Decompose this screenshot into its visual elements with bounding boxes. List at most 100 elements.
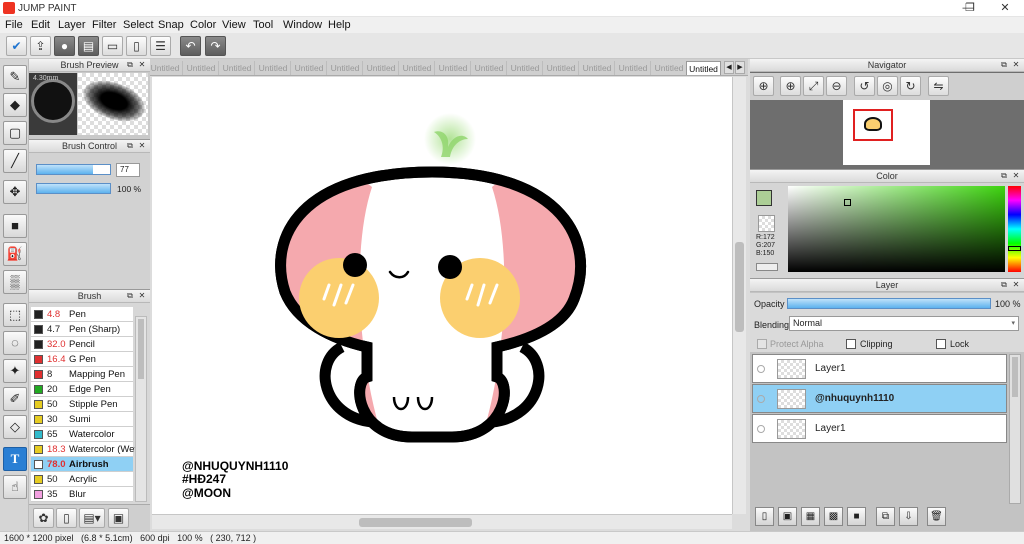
list-icon[interactable]: ☰	[150, 36, 171, 56]
new-layer-icon[interactable]: ▯	[755, 507, 774, 526]
chat-icon[interactable]: ▤	[78, 36, 99, 56]
zoom-in-icon[interactable]: ⊕	[780, 76, 801, 96]
menu-view[interactable]: View	[222, 19, 246, 31]
popout-icon[interactable]: ⧉	[999, 60, 1009, 70]
tab-untitled[interactable]: Untitled	[184, 61, 219, 75]
brush-list-item[interactable]: 35 Blur	[31, 487, 133, 502]
zoom-actual-icon[interactable]: ⤢	[803, 76, 824, 96]
layer-row[interactable]: Layer1	[752, 414, 1007, 443]
tab-untitled[interactable]: Untitled	[472, 61, 507, 75]
new-halftone-layer-icon[interactable]: ▩	[824, 507, 843, 526]
menu-filter[interactable]: Filter	[92, 19, 116, 31]
brush-list-item[interactable]: 30 Sumi	[31, 412, 133, 427]
lasso-icon[interactable]: ◌	[3, 331, 27, 355]
document-icon[interactable]: ▯	[126, 36, 147, 56]
brush-list-item[interactable]: 78.0 Airbrush	[31, 457, 133, 472]
marquee-icon[interactable]: ⬚	[3, 303, 27, 327]
brush-list-item[interactable]: 4.7 Pen (Sharp)	[31, 322, 133, 337]
undo-icon[interactable]: ↶	[180, 36, 201, 56]
close-icon[interactable]: ✕	[137, 291, 147, 301]
brush-menu-icon[interactable]: ▤▾	[79, 508, 105, 528]
menu-layer[interactable]: Layer	[58, 19, 86, 31]
popout-icon[interactable]: ⧉	[125, 141, 135, 151]
hue-slider[interactable]	[1008, 186, 1021, 272]
navigator-thumbnail[interactable]	[843, 100, 930, 165]
brush-list-item[interactable]: 8 Mapping Pen	[31, 367, 133, 382]
drawing-canvas[interactable]: @NHUQUYNH1110 #HĐ247 @MOON	[152, 77, 732, 514]
export-icon[interactable]: ⇪	[30, 36, 51, 56]
canvas-vertical-scrollbar[interactable]	[732, 77, 746, 514]
blending-select[interactable]: Normal ▾	[789, 316, 1019, 331]
brush-list-item[interactable]: 32.0 Pencil	[31, 337, 133, 352]
new-folder-icon[interactable]: ■	[847, 507, 866, 526]
popout-icon[interactable]: ⧉	[125, 291, 135, 301]
visibility-icon[interactable]	[757, 365, 765, 373]
line-icon[interactable]: ╱	[3, 149, 27, 173]
layer-row[interactable]: @nhuquynh1110	[752, 384, 1007, 413]
new-pixel-layer-icon[interactable]: ▦	[801, 507, 820, 526]
color-saturation-field[interactable]	[788, 186, 1005, 272]
new-raster-layer-icon[interactable]: ▣	[778, 507, 797, 526]
rect-icon[interactable]: ▢	[3, 121, 27, 145]
comment-icon[interactable]: ●	[54, 36, 75, 56]
move-icon[interactable]: ✥	[3, 180, 27, 204]
selection-pen-icon[interactable]: ✐	[3, 387, 27, 411]
color-mode-toggle[interactable]	[756, 263, 778, 271]
tab-untitled[interactable]: Untitled	[256, 61, 291, 75]
brush-icon[interactable]: ✎	[3, 65, 27, 89]
menu-select[interactable]: Select	[123, 19, 154, 31]
clipping-checkbox[interactable]	[846, 339, 856, 349]
add-brush-icon[interactable]: ✿	[33, 508, 54, 528]
new-brush-icon[interactable]: ▯	[56, 508, 77, 528]
tab-untitled[interactable]: Untitled	[686, 61, 721, 75]
tab-untitled[interactable]: Untitled	[150, 61, 183, 75]
brush-list-scrollbar[interactable]	[135, 316, 147, 502]
fill-rect-icon[interactable]: ■	[3, 214, 27, 238]
canvas-horizontal-scrollbar[interactable]	[152, 514, 732, 529]
tab-untitled[interactable]: Untitled	[652, 61, 687, 75]
redo-icon[interactable]: ↷	[205, 36, 226, 56]
menu-color[interactable]: Color	[190, 19, 216, 31]
brush-list-item[interactable]: 18.3 Watercolor (Wet)	[31, 442, 140, 457]
close-icon[interactable]: ✕	[137, 141, 147, 151]
menu-tool[interactable]: Tool	[253, 19, 273, 31]
layer-list-scrollbar[interactable]	[1009, 354, 1021, 504]
brush-opacity-slider[interactable]	[36, 183, 111, 194]
menu-snap[interactable]: Snap	[158, 19, 184, 31]
check-icon[interactable]: ✔	[6, 36, 27, 56]
popout-icon[interactable]: ⧉	[125, 60, 135, 70]
tab-untitled[interactable]: Untitled	[436, 61, 471, 75]
text-icon[interactable]: T	[3, 447, 27, 471]
popout-icon[interactable]: ⧉	[999, 171, 1009, 181]
brush-size-value[interactable]: 77	[116, 163, 140, 177]
brush-size-slider[interactable]	[36, 164, 111, 175]
transparent-swatch[interactable]	[758, 215, 775, 232]
tab-untitled[interactable]: Untitled	[364, 61, 399, 75]
eraser-icon[interactable]: ◆	[3, 93, 27, 117]
bucket-icon[interactable]: ⛽	[3, 242, 27, 266]
visibility-icon[interactable]	[757, 425, 765, 433]
foreground-color-swatch[interactable]	[756, 190, 772, 206]
brush-list-item[interactable]: 4.8 Pen	[31, 307, 133, 322]
layer-opacity-slider[interactable]	[787, 298, 991, 309]
zoom-out-icon[interactable]: ⊖	[826, 76, 847, 96]
gradient-icon[interactable]: ▒	[3, 270, 27, 294]
brush-list-item[interactable]: 16.4 G Pen	[31, 352, 133, 367]
restore-button[interactable]: ❐	[957, 1, 983, 16]
lock-checkbox[interactable]	[936, 339, 946, 349]
tab-untitled[interactable]: Untitled	[508, 61, 543, 75]
menu-edit[interactable]: Edit	[31, 19, 50, 31]
visibility-icon[interactable]	[757, 395, 765, 403]
page-icon[interactable]: ▭	[102, 36, 123, 56]
menu-file[interactable]: File	[5, 19, 23, 31]
brush-settings-icon[interactable]: ▣	[108, 508, 129, 528]
tab-scroll-left-icon[interactable]: ◀	[724, 61, 734, 74]
magic-wand-icon[interactable]: ✦	[3, 359, 27, 383]
popout-icon[interactable]: ⧉	[999, 280, 1009, 290]
close-button[interactable]: ✕	[992, 1, 1018, 16]
protect-alpha-checkbox[interactable]	[757, 339, 767, 349]
flip-icon[interactable]: ⇋	[928, 76, 949, 96]
tab-untitled[interactable]: Untitled	[328, 61, 363, 75]
tab-untitled[interactable]: Untitled	[544, 61, 579, 75]
brush-list-item[interactable]: 65 Watercolor	[31, 427, 133, 442]
